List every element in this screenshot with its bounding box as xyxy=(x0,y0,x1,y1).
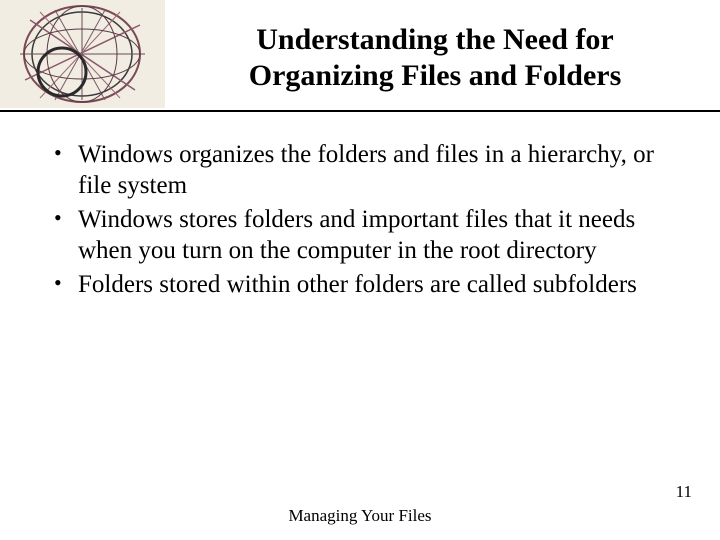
slide-title: Understanding the Need for Organizing Fi… xyxy=(190,12,680,94)
decorative-sphere-icon xyxy=(0,0,165,108)
bullet-list: Windows organizes the folders and files … xyxy=(50,140,680,301)
list-item: Folders stored within other folders are … xyxy=(50,270,680,301)
slide-body: Windows organizes the folders and files … xyxy=(0,112,720,301)
list-item: Windows stores folders and important fil… xyxy=(50,205,680,266)
slide-footer: Managing Your Files xyxy=(0,506,720,526)
page-number: 11 xyxy=(676,482,692,502)
list-item: Windows organizes the folders and files … xyxy=(50,140,680,201)
slide-header: Understanding the Need for Organizing Fi… xyxy=(0,0,720,110)
